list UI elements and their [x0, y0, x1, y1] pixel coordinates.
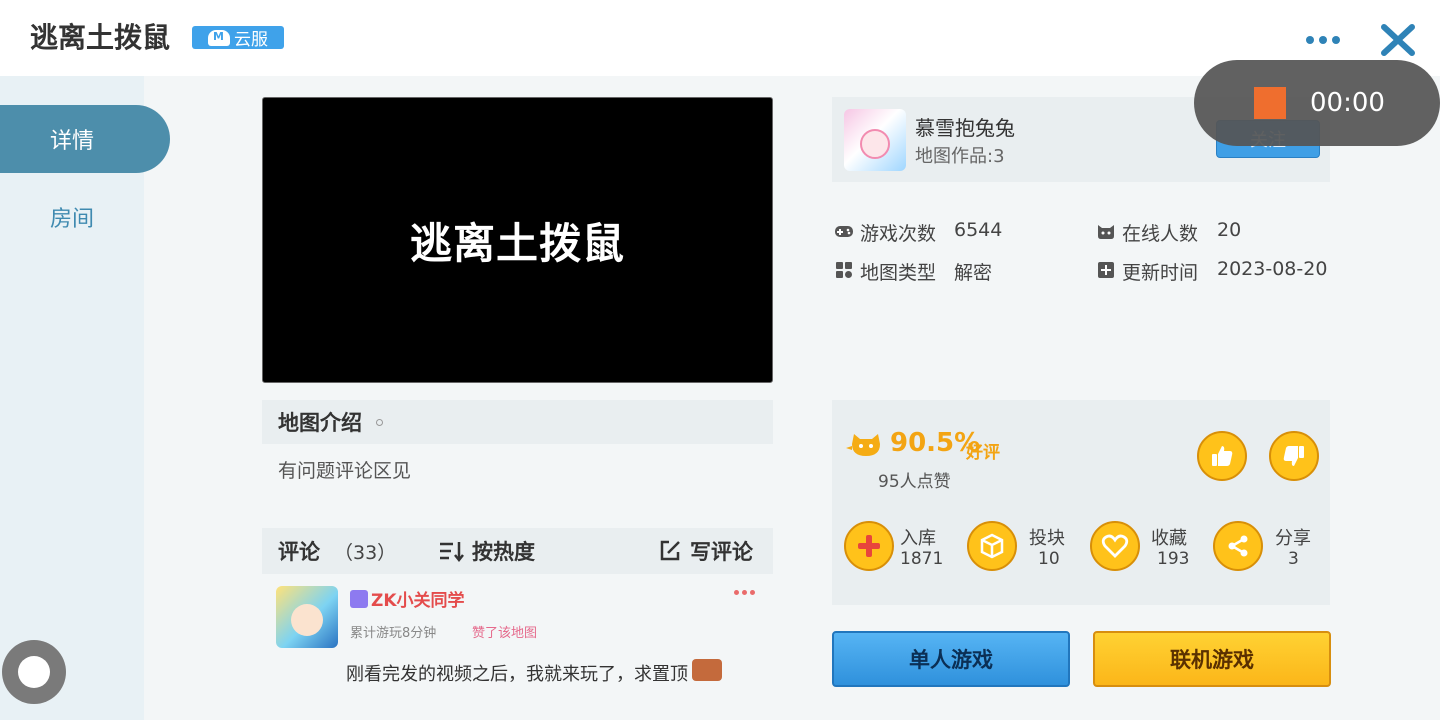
multiplayer-button[interactable]: 联机游戏 [1093, 631, 1331, 687]
thumbs-down-icon [1283, 446, 1304, 466]
emoji-icon [692, 659, 722, 681]
comments-count: （33） [334, 542, 397, 564]
tab-rooms[interactable]: 房间 [0, 200, 144, 234]
tab-details[interactable]: 详情 [0, 105, 170, 173]
vote-block-label: 投块 [1029, 528, 1065, 549]
online-value: 20 [1217, 219, 1242, 241]
intro-title: 地图介绍 [278, 411, 362, 435]
add-to-library-label: 入库 [900, 528, 936, 549]
edit-icon [660, 540, 680, 561]
updated-value: 2023-08-20 [1217, 258, 1328, 280]
cloud-badge-label: 云服 [234, 30, 268, 50]
update-time-icon [1098, 262, 1114, 278]
plus-icon [858, 535, 880, 557]
comment-text: 刚看完发的视频之后，我就来玩了，求置顶 [346, 664, 688, 685]
share-label: 分享 [1275, 528, 1311, 549]
write-comment-label: 写评论 [690, 540, 753, 564]
sort-icon [440, 542, 464, 562]
favorite-label: 收藏 [1151, 528, 1187, 549]
block-icon [980, 533, 1004, 559]
rating-good-label: 好评 [966, 443, 1000, 463]
plays-value: 6544 [954, 219, 1003, 241]
online-players-icon [1098, 225, 1114, 239]
vote-block-button[interactable] [967, 521, 1017, 571]
online-label: 在线人数 [1122, 223, 1199, 245]
sort-by-hot-button[interactable]: 按热度 [438, 536, 535, 566]
map-type-icon [836, 262, 852, 278]
comment-liked-map: 赞了该地图 [472, 626, 538, 641]
recording-time: 00:00 [1310, 88, 1385, 118]
thumbs-up-button[interactable] [1197, 431, 1247, 481]
floating-assistive-button[interactable] [2, 640, 66, 704]
thumbs-down-button[interactable] [1269, 431, 1319, 481]
map-type-value: 解密 [954, 262, 993, 284]
commenter-name-text: ZK小关同学 [371, 591, 465, 611]
add-to-library-count: 1871 [900, 549, 944, 569]
mascot-icon [846, 434, 880, 456]
sort-label: 按热度 [472, 540, 535, 564]
vote-block-count: 10 [1038, 549, 1060, 569]
map-type-label: 地图类型 [860, 262, 937, 284]
author-works-count: 地图作品:3 [915, 146, 1005, 167]
gamepad-icon [835, 226, 853, 237]
commenter-avatar[interactable] [276, 586, 338, 648]
share-icon [1228, 535, 1248, 557]
more-options-icon[interactable] [1306, 30, 1346, 50]
write-comment-button[interactable]: 写评论 [658, 536, 753, 566]
share-button[interactable] [1213, 521, 1263, 571]
thumbs-up-icon [1212, 446, 1233, 466]
author-avatar[interactable] [844, 109, 906, 171]
comments-label: 评论 [278, 540, 320, 564]
add-to-library-button[interactable] [844, 521, 894, 571]
author-name[interactable]: 慕雪抱兔兔 [915, 112, 1015, 141]
comment-more-icon[interactable] [734, 590, 755, 595]
commenter-name[interactable]: ZK小关同学 [350, 586, 465, 611]
close-icon[interactable] [1378, 22, 1418, 58]
cloud-icon [208, 29, 230, 46]
updated-label: 更新时间 [1122, 262, 1199, 284]
plays-label: 游戏次数 [860, 223, 937, 245]
intro-text: 有问题评论区见 [278, 460, 412, 482]
stop-recording-icon[interactable] [1254, 87, 1286, 119]
cloud-server-badge: 云服 [192, 26, 284, 50]
share-count: 3 [1288, 549, 1299, 569]
favorite-button[interactable] [1090, 521, 1140, 571]
heart-icon [1101, 534, 1129, 558]
comment-play-time: 累计游玩8分钟 [350, 626, 437, 641]
member-badge-icon [350, 589, 368, 608]
map-preview[interactable]: 逃离土拨鼠 [262, 97, 773, 383]
page-title: 逃离土拨鼠 [30, 21, 171, 54]
like-count: 95人点赞 [878, 472, 951, 492]
favorite-count: 193 [1157, 549, 1190, 569]
single-player-button[interactable]: 单人游戏 [832, 631, 1070, 687]
expand-dot-icon [376, 419, 383, 426]
